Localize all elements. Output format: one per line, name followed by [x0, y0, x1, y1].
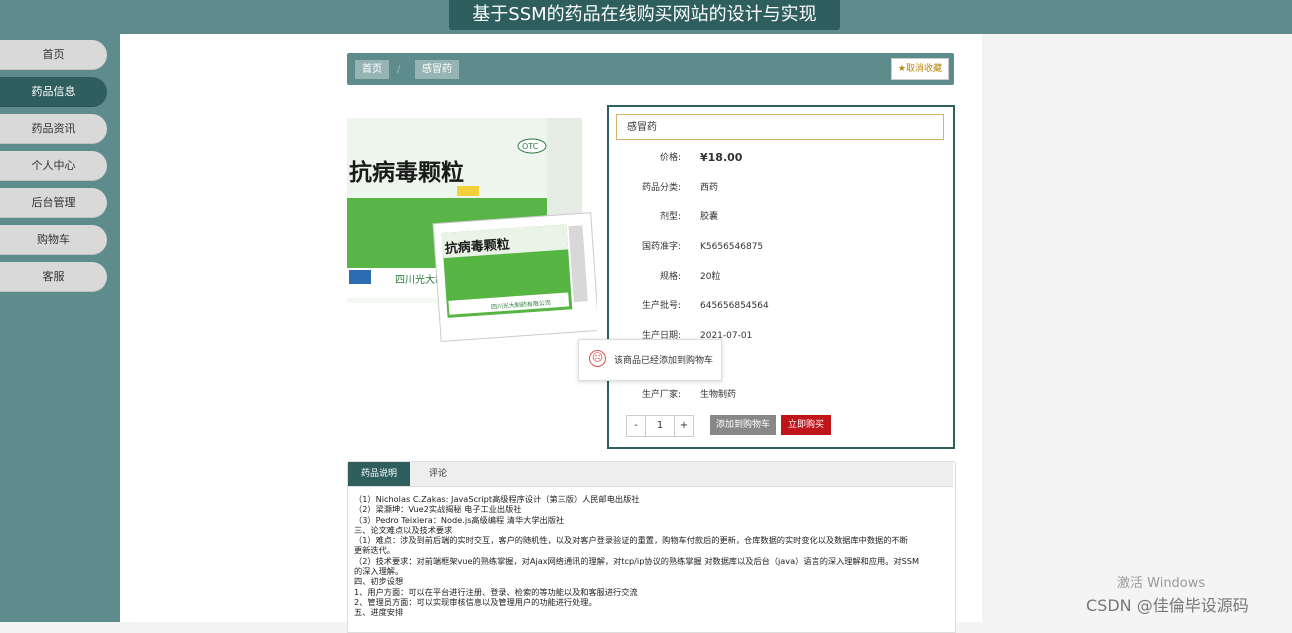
- breadcrumb-separator: /: [397, 64, 401, 75]
- otc-badge: OTC: [522, 142, 539, 151]
- description-line: （2）梁灏坤：Vue2实战揭秘 电子工业出版社: [354, 504, 522, 515]
- breadcrumb-home[interactable]: 首页: [355, 60, 389, 79]
- description-line: 1、用户方面：可以在平台进行注册、登录、检索的等功能以及和客服进行交流: [354, 586, 638, 597]
- field-label: 规格:: [659, 272, 681, 282]
- field-label: 药品分类:: [641, 183, 681, 193]
- description-line: （1）难点：涉及到前后端的实时交互，客户的随机性，以及对客户登录验证的重置，购物…: [354, 535, 908, 546]
- description-line: 的深入理解。: [354, 566, 404, 577]
- field-label: 国药准字:: [641, 242, 681, 252]
- field-value: K5656546875: [700, 242, 764, 252]
- product-info-panel: 感冒药 价格: ¥18.00 药品分类: 西药 剂型: 胶囊 国药准字: K56…: [607, 105, 955, 449]
- sidebar-item-admin[interactable]: 后台管理: [0, 188, 107, 218]
- field-value: 20粒: [700, 272, 721, 282]
- tab-bar: 药品说明 评论: [348, 462, 953, 487]
- sidebar-item-cart[interactable]: 购物车: [0, 225, 107, 255]
- field-value: 生物制药: [700, 390, 737, 400]
- description-line: 2、管理员方面：可以实现审核信息以及管理用户的功能进行处理。: [354, 596, 597, 607]
- description-line: 五、进度安排: [354, 607, 404, 618]
- toast-message: ☹ 该商品已经添加到购物车: [578, 339, 722, 381]
- description-line: （2）技术要求：对前端框架vue的熟练掌握，对Ajax网络通讯的理解，对tcp/…: [354, 555, 920, 566]
- add-to-cart-button[interactable]: 添加到购物车: [710, 415, 777, 435]
- price-label: 价格:: [659, 153, 681, 163]
- top-header: 基于SSM的药品在线购买网站的设计与实现: [0, 0, 1292, 34]
- description-line: 四、初步设想: [354, 576, 404, 587]
- breadcrumb: 首页 / 感冒药 ★取消收藏: [347, 53, 954, 85]
- description-line: 更新迭代。: [354, 545, 395, 556]
- field-value: 645656854564: [700, 301, 769, 311]
- quantity-decrease-button[interactable]: -: [627, 416, 645, 436]
- box-title-text: 抗病毒颗粒: [349, 159, 464, 186]
- sidebar-item-service[interactable]: 客服: [0, 262, 107, 292]
- field-row: 国药准字: K5656546875: [609, 239, 949, 255]
- activate-windows-watermark: 激活 Windows: [1117, 576, 1206, 591]
- field-row: 药品分类: 西药: [609, 180, 949, 196]
- sidebar-item-drug-info[interactable]: 药品信息: [0, 77, 107, 107]
- description-line: （3）Pedro Teixiera：Node.js高级编程 清华大学出版社: [354, 514, 565, 525]
- breadcrumb-current: 感冒药: [415, 60, 459, 79]
- quantity-increase-button[interactable]: +: [675, 416, 693, 436]
- unfavorite-button[interactable]: ★取消收藏: [890, 58, 949, 80]
- sad-face-icon: ☹: [589, 350, 606, 367]
- product-name: 感冒药: [616, 114, 944, 140]
- field-row: 规格: 20粒: [609, 269, 949, 285]
- field-row: 生产厂家: 生物制药: [609, 387, 949, 403]
- site-title: 基于SSM的药品在线购买网站的设计与实现: [449, 0, 840, 30]
- quantity-stepper: - 1 +: [626, 415, 694, 437]
- sidebar-item-personal-center[interactable]: 个人中心: [0, 151, 107, 181]
- description-panel: 药品说明 评论 （1）Nicholas C.Zakas: JavaScript高…: [347, 461, 956, 633]
- toast-text: 该商品已经添加到购物车: [614, 356, 714, 366]
- field-row: 剂型: 胶囊: [609, 209, 949, 225]
- product-image: 抗病毒颗粒 OTC 四川光大制 抗病毒颗粒 四川光大制药有限公司: [347, 118, 597, 348]
- price-row: 价格: ¥18.00: [609, 150, 949, 166]
- field-label: 生产批号:: [641, 301, 681, 311]
- sidebar-item-drug-news[interactable]: 药品资讯: [0, 114, 107, 144]
- field-label: 剂型:: [659, 212, 681, 222]
- description-line: （1）Nicholas C.Zakas: JavaScript高级程序设计（第三…: [354, 494, 640, 504]
- quantity-input[interactable]: 1: [645, 416, 675, 436]
- field-row: 生产批号: 645656854564: [609, 298, 949, 314]
- sidebar-item-home[interactable]: 首页: [0, 40, 107, 70]
- field-value: 胶囊: [700, 212, 719, 222]
- field-label: 生产厂家:: [641, 390, 681, 400]
- tab-description[interactable]: 药品说明: [348, 462, 411, 486]
- price-value: ¥18.00: [700, 151, 743, 164]
- csdn-watermark: CSDN @佳倫毕设源码: [1086, 596, 1249, 615]
- description-text: （1）Nicholas C.Zakas: JavaScript高级程序设计（第三…: [354, 494, 944, 618]
- buy-now-button[interactable]: 立即购买: [781, 415, 832, 435]
- tab-comments[interactable]: 评论: [416, 462, 460, 486]
- sidebar: 首页 药品信息 药品资讯 个人中心 后台管理 购物车 客服: [0, 34, 120, 622]
- right-background: [982, 34, 1292, 622]
- field-value: 西药: [700, 183, 719, 193]
- description-line: 三、论文难点以及技术要求: [354, 524, 453, 535]
